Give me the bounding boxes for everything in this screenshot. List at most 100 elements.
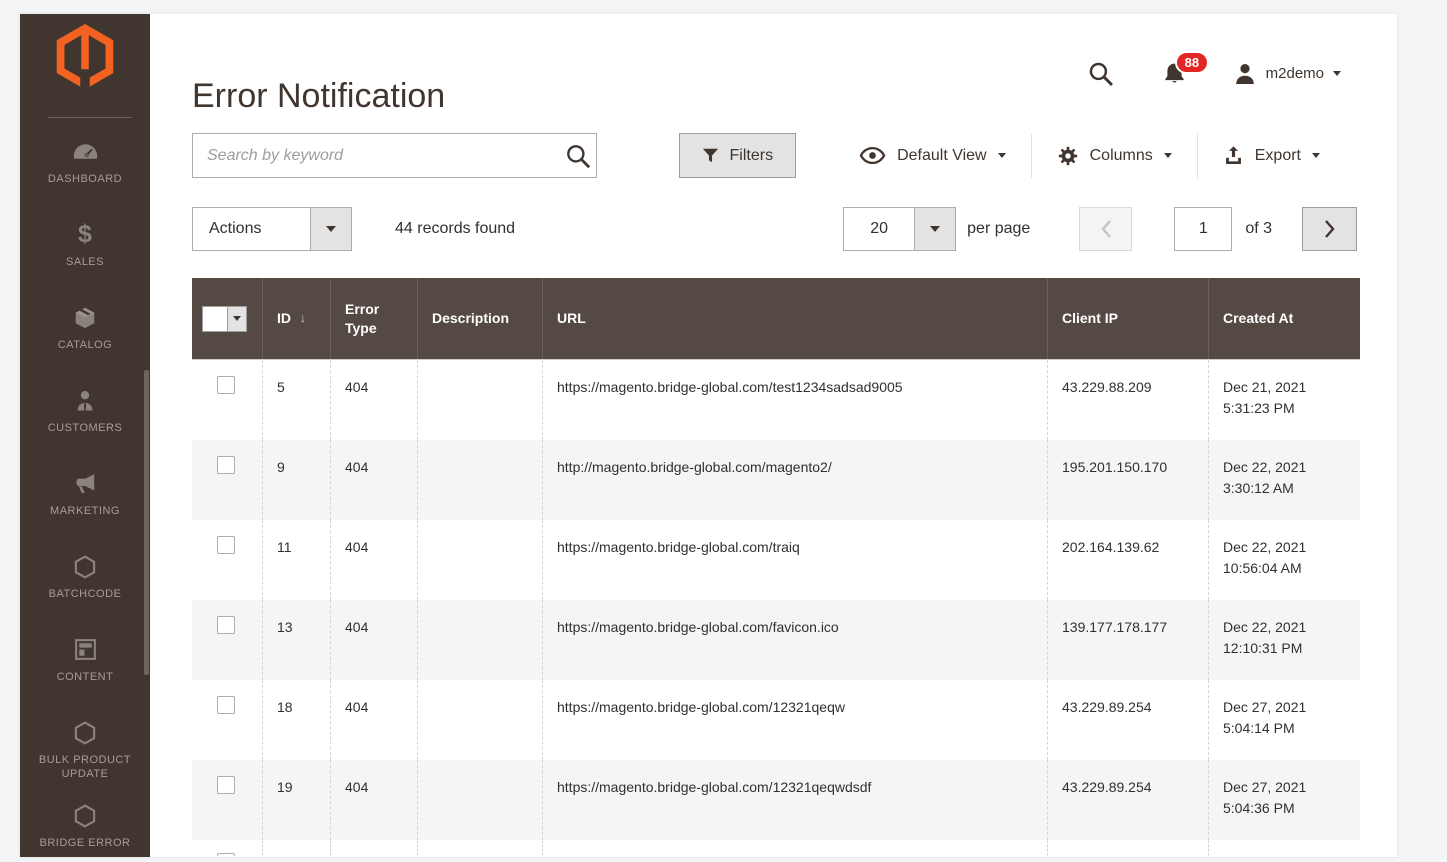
cell-description — [417, 760, 542, 840]
toolbar-controls: Filters Default View Columns Export — [679, 133, 1345, 178]
cell-id: 11 — [262, 520, 330, 600]
chevron-down-icon[interactable] — [310, 208, 351, 250]
chevron-down-icon[interactable] — [914, 208, 955, 250]
row-checkbox[interactable] — [217, 456, 235, 474]
cell-select — [192, 680, 262, 760]
sidebar-item-batchcode[interactable]: BATCHCODE — [20, 547, 150, 630]
pagination: 20 per page of 3 — [843, 207, 1357, 251]
cell-description — [417, 680, 542, 760]
cell-select — [192, 600, 262, 680]
chevron-left-icon — [1100, 219, 1112, 239]
cell-select — [192, 840, 262, 856]
cell-error-type: 404 — [330, 520, 417, 600]
cell-description — [417, 520, 542, 600]
search-input[interactable] — [193, 134, 596, 177]
sidebar-item-customers[interactable]: CUSTOMERS — [20, 381, 150, 464]
sidebar-item-marketing[interactable]: MARKETING — [20, 464, 150, 547]
search-submit-icon[interactable] — [558, 141, 590, 171]
current-page-input[interactable] — [1174, 207, 1232, 251]
cell-error-type: 404 — [330, 440, 417, 520]
cell-select — [192, 520, 262, 600]
cell-url: https://magento.bridge-global.com/favico… — [542, 600, 1047, 680]
cell-description — [417, 360, 542, 440]
bulk-product-update-icon — [72, 719, 98, 746]
cell-url: https://magento.bridge-global.com/12321q… — [542, 680, 1047, 760]
chevron-down-icon — [998, 153, 1006, 162]
row-checkbox[interactable] — [217, 696, 235, 714]
sidebar-item-dashboard[interactable]: DASHBOARD — [20, 132, 150, 215]
cell-client-ip: 43.229.89.254 — [1047, 680, 1208, 760]
grid-header: ID↓ Error Type Description URL Client IP… — [192, 278, 1360, 360]
column-header-created-at[interactable]: Created At — [1208, 278, 1360, 359]
row-checkbox[interactable] — [217, 853, 235, 856]
export-button[interactable]: Export — [1198, 133, 1345, 178]
sidebar-item-label: CATALOG — [58, 338, 112, 352]
chevron-down-icon — [1312, 153, 1320, 162]
content-icon — [73, 636, 98, 663]
cell-id: 19 — [262, 760, 330, 840]
chevron-down-icon[interactable] — [227, 307, 246, 331]
table-row-partial — [192, 840, 1360, 856]
cell-id: 5 — [262, 360, 330, 440]
filters-button[interactable]: Filters — [679, 133, 797, 178]
grid-toolbar: Filters Default View Columns Export — [192, 133, 1345, 178]
global-search-icon[interactable] — [1087, 60, 1114, 87]
cell-created-at: Dec 21, 2021 5:31:23 PM — [1208, 360, 1360, 440]
column-header-error-type[interactable]: Error Type — [330, 278, 417, 359]
username-label: m2demo — [1266, 65, 1324, 82]
column-header-url[interactable]: URL — [542, 278, 1047, 359]
sidebar-item-content[interactable]: CONTENT — [20, 630, 150, 713]
cell-select — [192, 440, 262, 520]
next-page-button[interactable] — [1302, 207, 1357, 251]
sidebar-item-bridge-error[interactable]: BRIDGE ERROR — [20, 796, 150, 857]
sidebar-item-sales[interactable]: $ SALES — [20, 215, 150, 298]
row-checkbox[interactable] — [217, 536, 235, 554]
notifications-bell-icon[interactable]: 88 — [1162, 61, 1187, 86]
table-row: 5 404 https://magento.bridge-global.com/… — [192, 360, 1360, 440]
sidebar-item-catalog[interactable]: CATALOG — [20, 298, 150, 381]
funnel-icon — [702, 147, 719, 164]
sidebar-scrollbar[interactable] — [144, 370, 149, 675]
magento-logo-icon[interactable] — [56, 24, 114, 90]
grid-body: 5 404 https://magento.bridge-global.com/… — [192, 360, 1360, 840]
cell-client-ip: 202.164.139.62 — [1047, 520, 1208, 600]
cell-error-type: 404 — [330, 760, 417, 840]
per-page-label: per page — [967, 220, 1030, 238]
user-menu[interactable]: m2demo — [1233, 62, 1341, 86]
cell-error-type: 404 — [330, 360, 417, 440]
header-actions: 88 m2demo — [1087, 60, 1341, 87]
table-row: 13 404 https://magento.bridge-global.com… — [192, 600, 1360, 680]
sidebar-item-label: BRIDGE ERROR — [40, 836, 131, 850]
row-checkbox[interactable] — [217, 776, 235, 794]
sidebar: DASHBOARD $ SALES CATALOG CUSTOMERS — [20, 14, 150, 857]
cell-id: 9 — [262, 440, 330, 520]
sidebar-item-bulk-product-update[interactable]: BULK PRODUCT UPDATE — [20, 713, 150, 796]
column-header-description[interactable]: Description — [417, 278, 542, 359]
columns-selector[interactable]: Columns — [1032, 133, 1197, 178]
row-checkbox[interactable] — [217, 616, 235, 634]
row-checkbox[interactable] — [217, 376, 235, 394]
cell-id: 18 — [262, 680, 330, 760]
cell-select — [192, 360, 262, 440]
cell-url: https://magento.bridge-global.com/12321q… — [542, 760, 1047, 840]
view-selector[interactable]: Default View — [834, 133, 1031, 178]
select-all-checkbox[interactable] — [202, 306, 247, 332]
column-header-id[interactable]: ID↓ — [262, 278, 330, 359]
previous-page-button[interactable] — [1079, 207, 1132, 251]
cell-created-at: Dec 27, 2021 5:04:36 PM — [1208, 760, 1360, 840]
page-size-dropdown[interactable]: 20 — [843, 207, 956, 251]
cell-select — [192, 760, 262, 840]
magento-admin-screen: { "page_title": "Error Notification", "t… — [0, 0, 1447, 862]
bridge-error-icon — [72, 802, 98, 829]
cell-client-ip: 43.229.88.209 — [1047, 360, 1208, 440]
marketing-icon — [72, 470, 98, 497]
actions-dropdown[interactable]: Actions — [192, 207, 352, 251]
cell-description — [417, 600, 542, 680]
cell-client-ip: 43.229.89.254 — [1047, 760, 1208, 840]
column-header-client-ip[interactable]: Client IP — [1047, 278, 1208, 359]
records-found-label: 44 records found — [395, 207, 515, 251]
chevron-down-icon — [1164, 153, 1172, 162]
notification-count-badge: 88 — [1175, 51, 1209, 74]
error-grid: ID↓ Error Type Description URL Client IP… — [192, 278, 1360, 856]
sidebar-item-label: MARKETING — [50, 504, 120, 518]
